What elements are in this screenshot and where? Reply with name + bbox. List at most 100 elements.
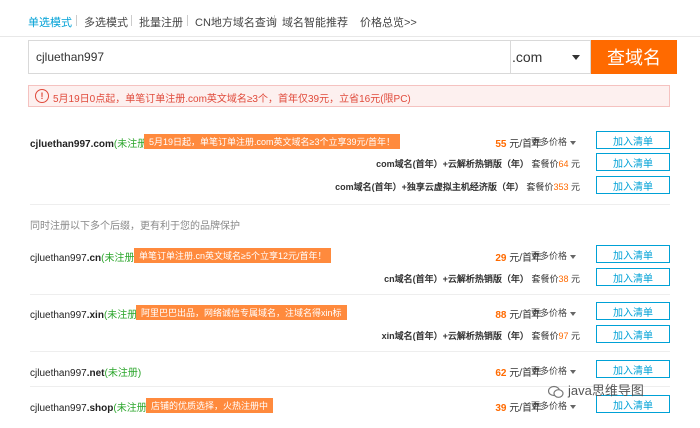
domain-tld: .xin — [86, 310, 104, 321]
result-row: cjluethan997.net(未注册) 62 元/首年 更多价格 加入清单 — [30, 360, 670, 380]
tld-select-value: .com — [512, 49, 543, 65]
tab-divider — [187, 15, 188, 26]
combo-offer: com域名(首年）+云解析热销版（年） 套餐价64 元 — [376, 157, 580, 170]
more-prices-label: 更多价格 — [530, 308, 567, 318]
combo-price: 97 — [558, 331, 569, 341]
combo-row: com域名(首年）+独享云虚拟主机经济版（年） 套餐价353 元 加入清单 — [30, 176, 670, 196]
domain-name: cjluethan997 — [30, 368, 87, 379]
combo-price: 38 — [558, 274, 569, 284]
result-domain: cjluethan997.xin(未注册) — [30, 306, 141, 321]
promo-badge: 单笔订单注册.cn英文域名≥5个立享12元/首年！ — [134, 248, 332, 263]
main-result-row: cjluethan997.com(未注册) 5月19日起，单笔订单注册.com英… — [30, 131, 670, 151]
tld-select[interactable]: .com — [504, 40, 591, 74]
combo-name: com域名(首年）+独享云虚拟主机经济版（年） — [335, 182, 524, 192]
chevron-down-icon — [570, 311, 576, 316]
promo-notice-text: 5月19日0点起，单笔订单注册.com英文域名≥3个，首年仅39元，立省16元(… — [53, 94, 411, 105]
combo-row: xin域名(首年）+云解析热销版（年） 套餐价97 元 加入清单 — [30, 325, 670, 345]
combo-offer: cn域名(首年）+云解析热销版（年） 套餐价38 元 — [384, 272, 580, 285]
domain-tld: .cn — [86, 253, 102, 264]
divider — [30, 351, 670, 352]
add-to-list-button[interactable]: 加入清单 — [596, 268, 670, 286]
status-badge: (未注册) — [113, 403, 151, 414]
promo-badge: 阿里巴巴出品，网络诚信专属域名，注域名得xin标 — [136, 305, 347, 320]
domain-name: cjluethan997 — [30, 253, 87, 264]
exclamation-icon: ! — [35, 89, 49, 103]
tab-divider — [131, 15, 132, 26]
add-to-list-button[interactable]: 加入清单 — [596, 302, 670, 320]
price-value: 88 — [495, 310, 507, 321]
search-domain-button[interactable]: 查域名 — [591, 40, 677, 74]
result-domain: cjluethan997.net(未注册) — [30, 364, 141, 379]
combo-price-unit: 元 — [570, 331, 580, 341]
combo-price-label: 套餐价 — [526, 182, 554, 192]
combo-offer: com域名(首年）+独享云虚拟主机经济版（年） 套餐价353 元 — [335, 180, 580, 193]
chevron-down-icon — [570, 140, 576, 145]
chevron-down-icon — [570, 404, 576, 409]
chevron-down-icon — [570, 369, 576, 374]
result-row: cjluethan997.cn(未注册) 单笔订单注册.cn英文域名≥5个立享1… — [30, 245, 670, 265]
result-row: cjluethan997.xin(未注册) 阿里巴巴出品，网络诚信专属域名，注域… — [30, 302, 670, 322]
combo-row: com域名(首年）+云解析热销版（年） 套餐价64 元 加入清单 — [30, 153, 670, 173]
more-prices-dropdown[interactable]: 更多价格 — [531, 306, 576, 319]
price-value: 29 — [495, 253, 507, 264]
domain-name: cjluethan997 — [30, 403, 87, 414]
promo-badge: 店铺的优质选择，火热注册中 — [146, 398, 274, 413]
tab-divider — [274, 15, 275, 26]
tab-multi-mode[interactable]: 多选模式 — [84, 14, 128, 30]
combo-name: com域名(首年）+云解析热销版（年） — [376, 159, 529, 169]
combo-price-unit: 元 — [570, 274, 580, 284]
domain-search-bar: .com 查域名 — [28, 40, 677, 74]
more-prices-dropdown[interactable]: 更多价格 — [531, 399, 576, 412]
combo-price-label: 套餐价 — [531, 274, 559, 284]
combo-price: 353 — [553, 182, 569, 192]
price-value: 62 — [495, 368, 507, 379]
add-to-list-button[interactable]: 加入清单 — [596, 153, 670, 171]
add-to-list-button[interactable]: 加入清单 — [596, 325, 670, 343]
combo-price-label: 套餐价 — [531, 331, 559, 341]
more-prices-label: 更多价格 — [530, 366, 567, 376]
result-domain: cjluethan997.com(未注册) — [30, 135, 151, 150]
tab-divider — [76, 15, 77, 26]
status-badge: (未注册) — [104, 368, 142, 379]
add-to-list-button[interactable]: 加入清单 — [596, 131, 670, 149]
combo-price-unit: 元 — [570, 159, 580, 169]
price-overview-link[interactable]: 价格总览>> — [360, 14, 417, 30]
group-label: 同时注册以下多个后缀，更有利于您的品牌保护 — [30, 221, 240, 232]
watermark-text: java思维导图 — [568, 383, 644, 398]
combo-row: cn域名(首年）+云解析热销版（年） 套餐价38 元 加入清单 — [30, 268, 670, 288]
more-prices-label: 更多价格 — [530, 137, 567, 147]
tab-single-mode[interactable]: 单选模式 — [28, 14, 72, 30]
more-prices-dropdown[interactable]: 更多价格 — [531, 364, 576, 377]
combo-name: cn域名(首年）+云解析热销版（年） — [384, 274, 529, 284]
combo-offer: xin域名(首年）+云解析热销版（年） 套餐价97 元 — [382, 329, 580, 342]
more-prices-dropdown[interactable]: 更多价格 — [531, 249, 576, 262]
status-badge: (未注册) — [101, 253, 138, 264]
wechat-icon — [547, 385, 564, 399]
add-to-list-button[interactable]: 加入清单 — [596, 360, 670, 378]
divider — [30, 294, 670, 295]
more-prices-dropdown[interactable]: 更多价格 — [531, 135, 576, 148]
tab-smart-recommend[interactable]: 域名智能推荐 — [282, 14, 348, 30]
add-to-list-button[interactable]: 加入清单 — [596, 176, 670, 194]
watermark: java思维导图 — [547, 380, 644, 399]
promo-badge: 5月19日起，单笔订单注册.com英文域名≥3个立享39元/首年！ — [144, 134, 400, 149]
more-prices-label: 更多价格 — [530, 251, 567, 261]
result-domain: cjluethan997.shop(未注册) — [30, 399, 150, 414]
promo-notice: ! 5月19日0点起，单笔订单注册.com英文域名≥3个，首年仅39元，立省16… — [28, 85, 670, 107]
tab-batch-register[interactable]: 批量注册 — [139, 14, 183, 30]
domain-tld: .net — [86, 368, 105, 379]
price-value: 55 — [495, 139, 507, 150]
combo-name: xin域名(首年）+云解析热销版（年） — [381, 331, 529, 341]
combo-price-label: 套餐价 — [531, 159, 559, 169]
chevron-down-icon — [570, 254, 576, 259]
mode-tabs: 单选模式 多选模式 批量注册 CN地方域名查询 域名智能推荐 价格总览>> — [0, 0, 700, 37]
domain-tld: .shop — [86, 403, 114, 414]
combo-price: 64 — [558, 159, 569, 169]
chevron-down-icon — [572, 55, 580, 60]
price-value: 39 — [495, 403, 507, 414]
domain-search-input[interactable] — [28, 40, 511, 74]
add-to-list-button[interactable]: 加入清单 — [596, 245, 670, 263]
tab-cn-local-domain[interactable]: CN地方域名查询 — [195, 14, 277, 30]
domain-name: cjluethan997 — [30, 310, 87, 321]
more-prices-label: 更多价格 — [530, 401, 567, 411]
